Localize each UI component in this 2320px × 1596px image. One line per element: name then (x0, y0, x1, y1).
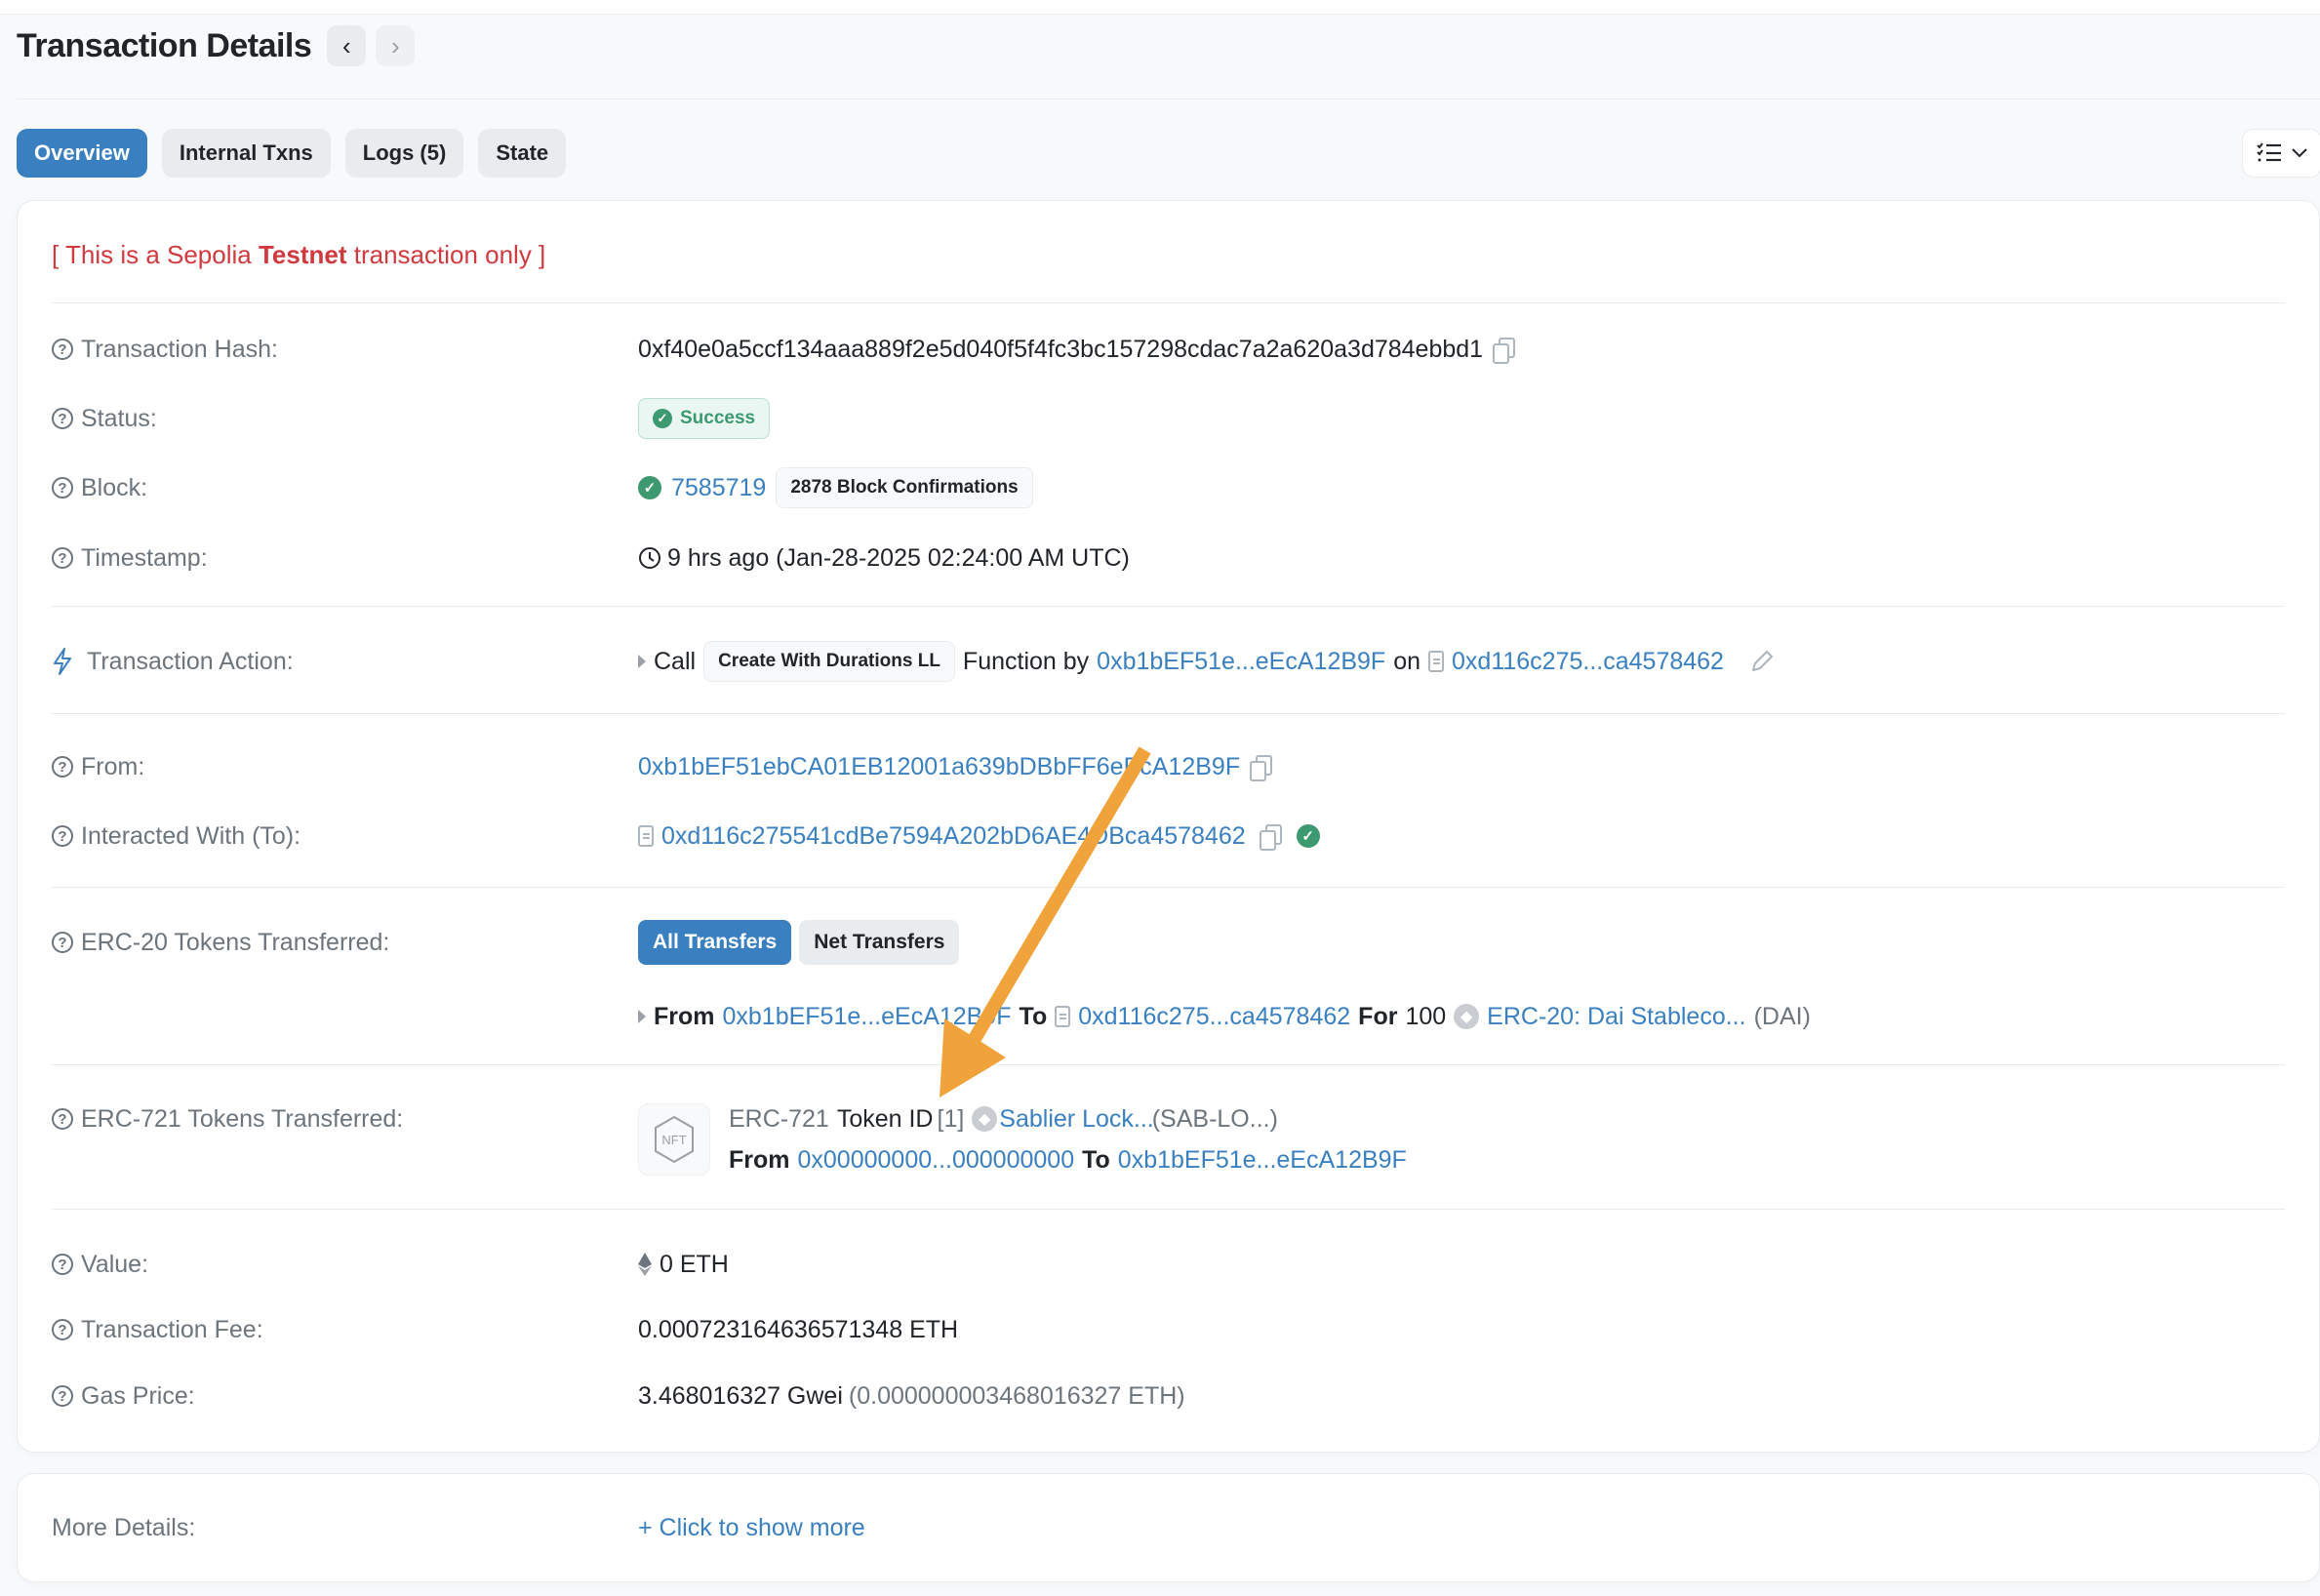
erc20-token-link[interactable]: ERC-20: Dai Stableco... (1487, 1003, 1745, 1031)
help-icon[interactable]: ? (52, 1385, 73, 1407)
erc721-from-link[interactable]: 0x00000000...000000000 (798, 1146, 1075, 1175)
token-logo-icon: ◆ (972, 1106, 998, 1132)
expand-caret-icon[interactable] (638, 1010, 646, 1023)
next-transaction-button[interactable]: › (376, 25, 416, 66)
contract-icon (1428, 651, 1445, 672)
expand-caret-icon[interactable] (638, 655, 646, 668)
show-more-link[interactable]: + Click to show more (638, 1514, 865, 1542)
net-transfers-button[interactable]: Net Transfers (799, 920, 960, 965)
nft-icon: NFT (638, 1103, 710, 1176)
chevron-left-icon: ‹ (341, 30, 351, 60)
status-badge: ✓ Success (638, 398, 771, 439)
ethereum-icon (638, 1253, 652, 1276)
gas-price-gwei: 3.468016327 Gwei (638, 1381, 843, 1410)
divider (52, 302, 2285, 303)
check-circle-icon: ✓ (653, 409, 672, 428)
chevron-down-icon (2292, 148, 2307, 158)
token-id: [1] (937, 1104, 965, 1133)
verified-contract-icon: ✓ (1296, 824, 1320, 848)
chevron-right-icon: › (390, 30, 400, 60)
erc20-to-link[interactable]: 0xd116c275...ca4578462 (1078, 1003, 1350, 1031)
help-icon[interactable]: ? (52, 339, 73, 360)
tab-overview[interactable]: Overview (17, 129, 147, 178)
help-icon[interactable]: ? (52, 825, 73, 847)
block-confirmations-badge: 2878 Block Confirmations (776, 467, 1033, 508)
list-check-icon (2257, 142, 2281, 162)
lightning-icon (54, 648, 71, 675)
to-address-link[interactable]: 0xd116c275541cdBe7594A202bD6AE4DBca45784… (661, 822, 1246, 851)
copy-icon[interactable] (1493, 338, 1516, 364)
help-icon[interactable]: ? (52, 1319, 73, 1340)
page-header: Transaction Details ‹ › (17, 25, 416, 66)
help-icon[interactable]: ? (52, 408, 73, 429)
prev-transaction-button[interactable]: ‹ (327, 25, 367, 66)
divider (52, 606, 2285, 607)
svg-text:NFT: NFT (661, 1133, 686, 1147)
check-circle-icon: ✓ (638, 476, 661, 499)
divider (52, 713, 2285, 714)
pencil-icon[interactable] (1749, 649, 1775, 674)
help-icon[interactable]: ? (52, 756, 73, 778)
testnet-notice: [ This is a Sepolia Testnet transaction … (52, 240, 546, 269)
tab-logs[interactable]: Logs (5) (344, 129, 464, 178)
erc721-to-link[interactable]: 0xb1bEF51e...eEcA12B9F (1118, 1146, 1407, 1175)
overview-card: [ This is a Sepolia Testnet transaction … (17, 200, 2320, 1453)
all-transfers-button[interactable]: All Transfers (638, 920, 792, 965)
help-icon[interactable]: ? (52, 1254, 73, 1275)
token-logo-icon: ◆ (1454, 1004, 1480, 1029)
tab-internal-txns[interactable]: Internal Txns (161, 129, 331, 178)
tab-bar: Overview Internal Txns Logs (5) State (17, 129, 567, 178)
contract-address-link[interactable]: 0xd116c275...ca4578462 (1452, 648, 1724, 676)
page-title: Transaction Details (17, 26, 312, 64)
divider (52, 887, 2285, 888)
header-divider (17, 99, 2320, 100)
more-details-card: More Details: + Click to show more (17, 1473, 2320, 1582)
clock-icon (639, 547, 660, 569)
copy-icon[interactable] (1250, 755, 1273, 781)
erc20-from-link[interactable]: 0xb1bEF51e...eEcA12B9F (723, 1003, 1012, 1031)
gas-price-eth: (0.000000003468016327 ETH) (848, 1381, 1185, 1410)
timestamp-value: 9 hrs ago (Jan-28-2025 02:24:00 AM UTC) (667, 543, 1130, 572)
fee-amount: 0.000723164636571348 ETH (638, 1315, 959, 1343)
erc20-amount: 100 (1405, 1002, 1447, 1030)
erc721-token-link[interactable]: Sablier Lock... (999, 1105, 1153, 1134)
help-icon[interactable]: ? (52, 477, 73, 499)
value-amount: 0 ETH (660, 1250, 729, 1278)
contract-icon (1055, 1006, 1071, 1027)
help-icon[interactable]: ? (52, 932, 73, 953)
divider (52, 1209, 2285, 1210)
from-address-link[interactable]: 0xb1bEF51ebCA01EB12001a639bDBbFF6eEcA12B… (638, 753, 1240, 781)
contract-icon (638, 825, 654, 847)
view-options-dropdown[interactable] (2242, 129, 2320, 178)
transaction-hash: 0xf40e0a5ccf134aaa889f2e5d040f5f4fc3bc15… (638, 335, 1484, 363)
top-bar (0, 0, 2320, 15)
block-number-link[interactable]: 7585719 (671, 474, 766, 502)
divider (52, 1064, 2285, 1065)
tab-state[interactable]: State (478, 129, 567, 178)
help-icon[interactable]: ? (52, 547, 73, 569)
copy-icon[interactable] (1259, 824, 1282, 851)
caller-address-link[interactable]: 0xb1bEF51e...eEcA12B9F (1097, 648, 1385, 676)
help-icon[interactable]: ? (52, 1108, 73, 1130)
method-badge: Create With Durations LL (703, 641, 955, 682)
